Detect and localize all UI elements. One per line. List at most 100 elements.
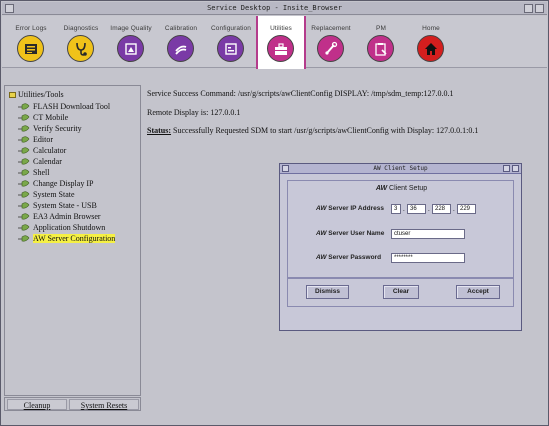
dialog-form-frame: AW Client Setup AW Server IP Address 3 .… <box>287 180 514 278</box>
dialog-heading: AW Client Setup <box>288 185 515 192</box>
window-title: Service Desktop - Insite_Browser <box>207 4 342 12</box>
ip-octet-3-input[interactable]: 228 <box>432 204 451 214</box>
dialog-menu-button[interactable] <box>282 165 289 172</box>
dialog-minimize-button[interactable] <box>503 165 510 172</box>
tool-leaf-icon <box>18 103 30 111</box>
clipboard-icon <box>367 35 394 62</box>
service-command-text: Service Success Command: /usr/g/scripts/… <box>147 89 454 98</box>
tree-item-label: CT Mobile <box>33 113 69 122</box>
toolbox-icon <box>267 35 294 62</box>
tree-item-label: System State <box>33 190 75 199</box>
tree-item[interactable]: Editor <box>18 134 53 145</box>
ip-octet-4-input[interactable]: 229 <box>457 204 476 214</box>
dismiss-button[interactable]: Dismiss <box>306 285 349 299</box>
toolbar-error-logs[interactable]: Error Logs <box>6 16 56 68</box>
label-rest: Server User Name <box>328 230 385 237</box>
folder-icon <box>9 92 16 99</box>
ip-address-label: AW Server IP Address <box>316 205 384 212</box>
password-input[interactable]: ******** <box>391 253 465 263</box>
tool-leaf-icon <box>18 136 30 144</box>
heading-prefix: AW <box>375 185 388 192</box>
tree-item[interactable]: CT Mobile <box>18 112 68 123</box>
status-label: Status: <box>147 126 172 135</box>
accept-button[interactable]: Accept <box>456 285 500 299</box>
minimize-button[interactable] <box>524 4 533 13</box>
tree-item[interactable]: FLASH Download Tool <box>18 101 110 112</box>
toolbar-label: Diagnostics <box>63 25 99 32</box>
tree-item-label: System State - USB <box>33 201 97 210</box>
toolbar-label: Replacement <box>311 25 351 32</box>
calibration-icon <box>167 35 194 62</box>
toolbar-label: Home <box>422 25 440 32</box>
dialog-titlebar[interactable]: AW Client Setup <box>280 164 521 174</box>
tool-leaf-icon <box>18 202 30 210</box>
error-log-icon <box>17 35 44 62</box>
system-resets-button[interactable]: System Resets <box>69 399 139 410</box>
image-quality-icon <box>117 35 144 62</box>
dialog-maximize-button[interactable] <box>512 165 519 172</box>
tool-leaf-icon <box>18 114 30 122</box>
clear-button[interactable]: Clear <box>383 285 419 299</box>
label-prefix: AW <box>316 205 327 212</box>
toolbar-pm[interactable]: PM <box>356 16 406 68</box>
tree-item-label: Shell <box>33 168 50 177</box>
ip-dot: . <box>428 205 430 213</box>
tree-item[interactable]: Calendar <box>18 156 62 167</box>
toolbar-label: PM <box>376 25 386 32</box>
home-icon <box>417 35 444 62</box>
main-toolbar: Error Logs Diagnostics Image Quality Cal… <box>2 16 547 69</box>
dialog-button-frame: Dismiss Clear Accept <box>287 278 514 307</box>
stethoscope-icon <box>67 35 94 62</box>
tree-item-label: EA3 Admin Browser <box>33 212 101 221</box>
password-label: AW Server Password <box>316 254 381 261</box>
label-prefix: AW <box>316 254 327 261</box>
tool-leaf-icon <box>18 147 30 155</box>
tree-item[interactable]: System State <box>18 189 75 200</box>
tree-item[interactable]: System State - USB <box>18 200 97 211</box>
user-name-input[interactable]: ctuser <box>391 229 465 239</box>
tool-leaf-icon <box>18 224 30 232</box>
label-prefix: AW <box>316 230 327 237</box>
tree-item-label: Calculator <box>33 146 67 155</box>
utilities-tree-panel: Utilities/Tools FLASH Download Tool CT Mo… <box>4 85 141 396</box>
ip-dot: . <box>403 205 405 213</box>
toolbar-home[interactable]: Home <box>406 16 456 68</box>
tool-leaf-icon <box>18 191 30 199</box>
tree-item[interactable]: Change Display IP <box>18 178 93 189</box>
tree-item[interactable]: AW Server Configuration <box>18 233 116 244</box>
tree-item-label: Editor <box>33 135 53 144</box>
tree-item[interactable]: Calculator <box>18 145 66 156</box>
tree-root-utilities-tools[interactable]: Utilities/Tools <box>9 90 64 99</box>
tree-item[interactable]: Application Shutdown <box>18 222 105 233</box>
tool-leaf-icon <box>18 180 30 188</box>
window-menu-button[interactable] <box>5 4 14 13</box>
toolbar-image-quality[interactable]: Image Quality <box>106 16 156 68</box>
tool-leaf-icon <box>18 213 30 221</box>
cleanup-button[interactable]: Cleanup <box>7 399 67 410</box>
window-titlebar[interactable]: Service Desktop - Insite_Browser <box>2 2 547 15</box>
toolbar-configuration[interactable]: Configuration <box>206 16 256 68</box>
toolbar-diagnostics[interactable]: Diagnostics <box>56 16 106 68</box>
toolbar-label: Utilities <box>270 25 292 32</box>
toolbar-label: Configuration <box>211 25 251 32</box>
toolbar-replacement[interactable]: Replacement <box>306 16 356 68</box>
tree-item-label: AW Server Configuration <box>33 234 116 243</box>
configuration-icon <box>217 35 244 62</box>
toolbar-label: Error Logs <box>15 25 47 32</box>
tree-item[interactable]: Verify Security <box>18 123 82 134</box>
maximize-button[interactable] <box>535 4 544 13</box>
tree-item-label: Calendar <box>33 157 62 166</box>
toolbar-label: Image Quality <box>110 25 152 32</box>
heading-rest: Client Setup <box>389 185 428 192</box>
aw-client-setup-dialog: AW Client Setup AW Client Setup AW Serve… <box>279 163 522 331</box>
ip-octet-2-input[interactable]: 36 <box>407 204 426 214</box>
ip-dot: . <box>453 205 455 213</box>
tree-item[interactable]: Shell <box>18 167 49 178</box>
tree-item[interactable]: EA3 Admin Browser <box>18 211 101 222</box>
tree-item-label: Verify Security <box>33 124 82 133</box>
bottom-button-bar: Cleanup System Resets <box>4 397 141 411</box>
toolbar-calibration[interactable]: Calibration <box>156 16 206 68</box>
ip-octet-1-input[interactable]: 3 <box>391 204 401 214</box>
status-text: Successfully Requested SDM to start /usr… <box>173 126 479 135</box>
toolbar-utilities[interactable]: Utilities <box>256 16 306 69</box>
